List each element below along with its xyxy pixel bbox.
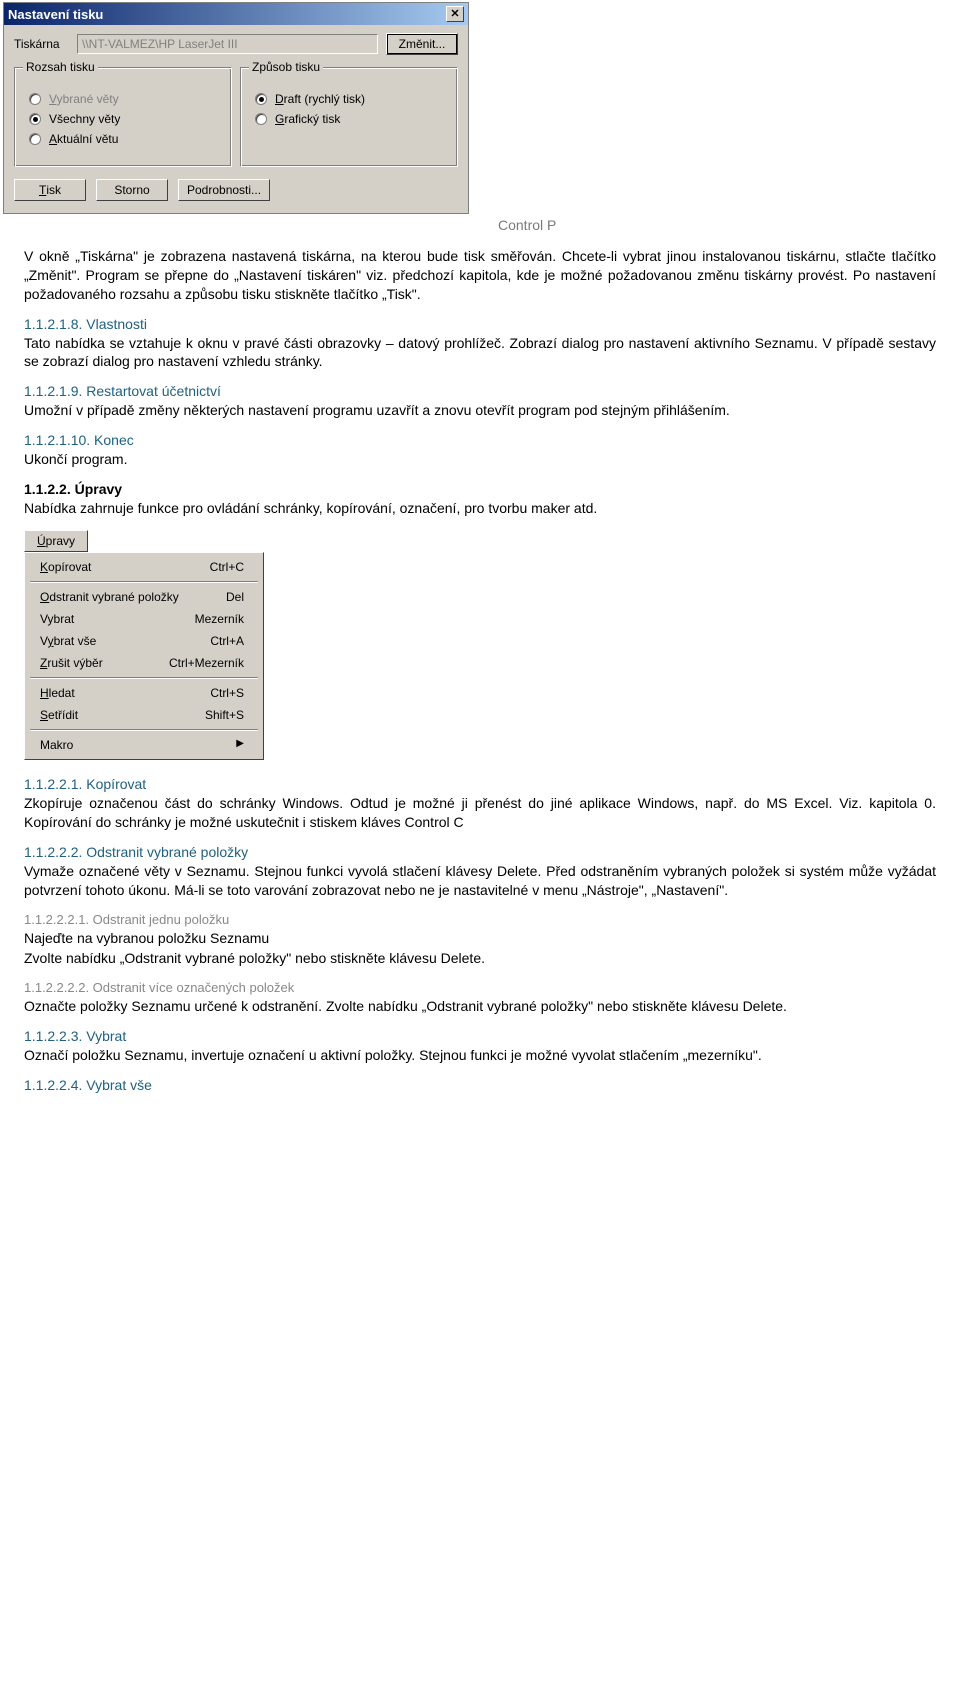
menu-separator — [30, 729, 258, 731]
radio-icon — [255, 113, 267, 125]
menu-shortcut: Ctrl+Mezerník — [169, 656, 244, 670]
dialog-body: Tiskárna \\NT-VALMEZ\HP LaserJet III Změ… — [4, 25, 468, 213]
heading-odstranit: 1.1.2.2.2. Odstranit vybrané položky — [24, 844, 936, 860]
opt-all-label: Všechny věty — [49, 112, 120, 126]
print-settings-dialog: Nastavení tisku ✕ Tiskárna \\NT-VALMEZ\H… — [3, 2, 469, 214]
menu-label: Kopírovat — [40, 560, 91, 574]
change-printer-button[interactable]: Změnit... — [386, 33, 458, 55]
heading-restart: 1.1.2.1.9. Restartovat účetnictví — [24, 383, 936, 399]
mode-legend: Způsob tisku — [249, 60, 323, 74]
heading-odstr1: 1.1.2.2.2.1. Odstranit jednu položku — [24, 912, 936, 927]
opt-selected-label: Vybrané věty — [49, 92, 119, 106]
print-button[interactable]: Tisk — [14, 179, 86, 201]
opt-current-label: Aktuální větu — [49, 132, 118, 146]
printer-value: \\NT-VALMEZ\HP LaserJet III — [77, 34, 378, 54]
details-button[interactable]: Podrobnosti... — [178, 179, 270, 201]
p-upravy: Nabídka zahrnuje funkce pro ovládání sch… — [24, 499, 936, 518]
menu-label: Setřídit — [40, 708, 78, 722]
upravy-menu: Úpravy Kopírovat Ctrl+C Odstranit vybran… — [24, 530, 264, 760]
range-legend: Rozsah tisku — [23, 60, 98, 74]
opt-draft[interactable]: Draft (rychlý tisk) — [255, 92, 443, 106]
opt-current[interactable]: Aktuální větu — [29, 132, 217, 146]
dialog-title: Nastavení tisku — [8, 7, 103, 22]
mode-group: Způsob tisku Draft (rychlý tisk) Grafick… — [240, 67, 458, 167]
p-tiskarna: V okně „Tiskárna" je zobrazena nastavená… — [24, 247, 936, 304]
menu-item-hledat[interactable]: Hledat Ctrl+S — [28, 682, 260, 704]
close-icon[interactable]: ✕ — [446, 6, 464, 22]
radio-icon — [29, 93, 41, 105]
p-odstranit: Vymaže označené věty v Seznamu. Stejnou … — [24, 862, 936, 900]
opt-graphic-label: Grafický tisk — [275, 112, 340, 126]
menu-shortcut: Shift+S — [205, 708, 244, 722]
menu-shortcut: Ctrl+S — [210, 686, 244, 700]
p-odstr1a: Najeďte na vybranou položku Seznamu — [24, 929, 936, 948]
heading-konec: 1.1.2.1.10. Konec — [24, 432, 936, 448]
menu-shortcut: Ctrl+A — [210, 634, 244, 648]
menu-item-odstranit[interactable]: Odstranit vybrané položky Del — [28, 586, 260, 608]
opt-selected[interactable]: Vybrané věty — [29, 92, 217, 106]
menu-item-setridit[interactable]: Setřídit Shift+S — [28, 704, 260, 726]
opt-all[interactable]: Všechny věty — [29, 112, 217, 126]
upravy-menu-button[interactable]: Úpravy — [24, 530, 88, 552]
submenu-arrow-icon: ▶ — [236, 738, 244, 752]
menu-separator — [30, 581, 258, 583]
p-konec: Ukončí program. — [24, 450, 936, 469]
radio-icon — [255, 93, 267, 105]
menu-item-makro[interactable]: Makro ▶ — [28, 734, 260, 756]
p-odstr1b: Zvolte nabídku „Odstranit vybrané položk… — [24, 949, 936, 968]
p-kopirovat: Zkopíruje označenou část do schránky Win… — [24, 794, 936, 832]
dialog-titlebar: Nastavení tisku ✕ — [4, 3, 468, 25]
menu-item-vybrat-vse[interactable]: Vybrat vše Ctrl+A — [28, 630, 260, 652]
menu-item-zrusit-vyber[interactable]: Zrušit výběr Ctrl+Mezerník — [28, 652, 260, 674]
p-vybrat: Označí položku Seznamu, invertuje označe… — [24, 1046, 936, 1065]
opt-graphic[interactable]: Grafický tisk — [255, 112, 443, 126]
upravy-menu-popup: Kopírovat Ctrl+C Odstranit vybrané polož… — [24, 552, 264, 760]
heading-vlastnosti: 1.1.2.1.8. Vlastnosti — [24, 316, 936, 332]
shortcut-control-p: Control P — [24, 216, 936, 235]
heading-vybrat-vse: 1.1.2.2.4. Vybrat vše — [24, 1077, 936, 1093]
menu-label: Hledat — [40, 686, 75, 700]
heading-upravy: 1.1.2.2. Úpravy — [24, 481, 936, 497]
radio-icon — [29, 133, 41, 145]
printer-label: Tiskárna — [14, 37, 69, 51]
menu-shortcut: Ctrl+C — [210, 560, 244, 574]
menu-shortcut: Mezerník — [195, 612, 244, 626]
p-vlastnosti: Tato nabídka se vztahuje k oknu v pravé … — [24, 334, 936, 372]
cancel-button[interactable]: Storno — [96, 179, 168, 201]
menu-separator — [30, 677, 258, 679]
radio-icon — [29, 113, 41, 125]
range-group: Rozsah tisku Vybrané věty Všechny věty A… — [14, 67, 232, 167]
menu-item-kopirovat[interactable]: Kopírovat Ctrl+C — [28, 556, 260, 578]
menu-label: Zrušit výběr — [40, 656, 103, 670]
p-restart: Umožní v případě změny některých nastave… — [24, 401, 936, 420]
p-odstr2: Označte položky Seznamu určené k odstran… — [24, 997, 936, 1016]
printer-row: Tiskárna \\NT-VALMEZ\HP LaserJet III Změ… — [14, 33, 458, 55]
menu-label: Vybrat — [40, 612, 74, 626]
menu-shortcut: Del — [226, 590, 244, 604]
opt-draft-label: Draft (rychlý tisk) — [275, 92, 365, 106]
menu-label: Makro — [40, 738, 73, 752]
menu-item-vybrat[interactable]: Vybrat Mezerník — [28, 608, 260, 630]
heading-odstr2: 1.1.2.2.2.2. Odstranit více označených p… — [24, 980, 936, 995]
menu-label: Odstranit vybrané položky — [40, 590, 179, 604]
menu-label: Vybrat vše — [40, 634, 96, 648]
document-body: Control P V okně „Tiskárna" je zobrazena… — [0, 216, 960, 1135]
dialog-buttons: Tisk Storno Podrobnosti... — [14, 179, 458, 201]
heading-vybrat: 1.1.2.2.3. Vybrat — [24, 1028, 936, 1044]
heading-kopirovat: 1.1.2.2.1. Kopírovat — [24, 776, 936, 792]
